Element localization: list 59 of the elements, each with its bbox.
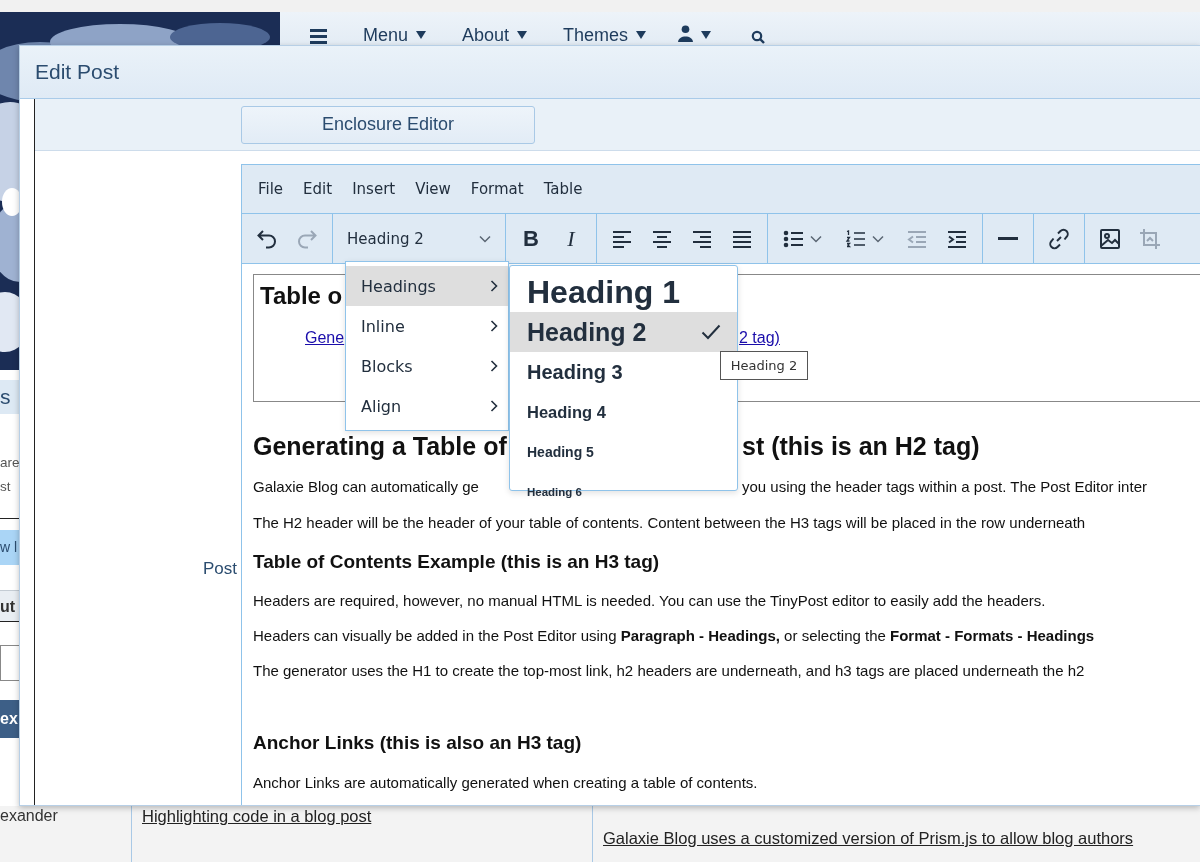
- format-menu-item[interactable]: Blocks: [346, 346, 508, 386]
- tooltip: Heading 2: [720, 351, 808, 380]
- menubar-item[interactable]: Table: [533, 180, 593, 198]
- nav-menu[interactable]: Menu: [363, 25, 409, 45]
- dialog-title: Edit Post: [35, 60, 120, 84]
- heading-option[interactable]: Heading 1: [510, 272, 737, 312]
- heading-option[interactable]: Heading 6: [510, 472, 737, 512]
- chevron-down-icon: [810, 234, 822, 243]
- menubar-item[interactable]: Format: [460, 180, 534, 198]
- paragraph: you using the header tags within a post. The Post Editor inter: [742, 477, 1147, 497]
- menu-icon[interactable]: [310, 29, 327, 44]
- toc-link[interactable]: Gene: [305, 329, 345, 346]
- text-fragment: st: [0, 478, 11, 496]
- paragraph: Headers can visually be added in the Post Editor using Paragraph - Headings, or selecting the Format - Formats - Headings: [253, 627, 1095, 644]
- chevron-down-icon: [479, 234, 491, 243]
- post-link[interactable]: Highlighting code in a blog post: [142, 807, 372, 825]
- heading-option[interactable]: Heading 2: [510, 312, 737, 352]
- paragraph: The H2 header will be the header of your table of contents. Content between the H3 tags will be placed in the row underneath: [253, 514, 1086, 531]
- heading: st (this is an H2 tag): [742, 431, 980, 462]
- chevron-right-icon: [490, 320, 498, 332]
- menubar-item[interactable]: File: [248, 180, 294, 198]
- description-link[interactable]: Galaxie Blog uses a customized version of Prism.js to allow blog authors: [603, 829, 1134, 847]
- block-format-select[interactable]: Heading 2: [341, 221, 497, 256]
- author-name: exander: [0, 807, 58, 824]
- search-icon[interactable]: [751, 30, 766, 44]
- horizontal-line-icon: [998, 237, 1018, 240]
- nav-menu[interactable]: About: [462, 25, 510, 45]
- chevron-right-icon: [490, 400, 498, 412]
- format-menu-item[interactable]: Inline: [346, 306, 508, 346]
- menubar-item[interactable]: View: [405, 180, 461, 198]
- paragraph: The generator uses the H1 to create the top-most link, h2 headers are underneath, and h3 tags are placed underneath the h2: [253, 662, 1085, 679]
- toc-link[interactable]: 2 tag): [739, 328, 780, 348]
- paragraph: Galaxie Blog can automatically ge: [253, 478, 479, 495]
- crop-icon: [1138, 226, 1162, 251]
- bold-button[interactable]: B: [514, 221, 548, 256]
- enclosure-editor-button[interactable]: Enclosure Editor: [241, 105, 535, 144]
- checkmark-icon: [701, 324, 721, 340]
- menubar-item[interactable]: Insert: [342, 180, 406, 198]
- chevron-down-icon: [872, 234, 884, 243]
- heading-option[interactable]: Heading 5: [510, 432, 737, 472]
- user-icon[interactable]: [678, 25, 694, 42]
- paragraph: Headers are required, however, no manual HTML is needed. You can use the TinyPost editor to easily add the headers.: [253, 592, 1046, 609]
- chevron-right-icon: [490, 280, 498, 292]
- heading: Anchor Links (this is also an H3 tag): [253, 732, 582, 753]
- nav-menu[interactable]: Themes: [563, 25, 629, 45]
- heading: Generating a Table of: [253, 432, 507, 460]
- chevron-right-icon: [490, 360, 498, 372]
- menubar-item[interactable]: Edit: [293, 180, 343, 198]
- heading-option[interactable]: Heading 4: [510, 392, 737, 432]
- post-label: Post: [202, 559, 237, 578]
- toc-title: Table o: [260, 281, 343, 311]
- format-menu-item[interactable]: Align: [346, 386, 508, 426]
- link-icon: [1047, 226, 1071, 251]
- format-menu-item[interactable]: Headings: [346, 266, 508, 306]
- heading: Table of Contents Example (this is an H3 tag): [253, 551, 660, 572]
- paragraph: Anchor Links are automatically generated when creating a table of contents.: [253, 774, 758, 791]
- italic-button[interactable]: I: [554, 221, 588, 256]
- image-icon: [1098, 226, 1122, 251]
- text-fragment: are: [0, 454, 20, 472]
